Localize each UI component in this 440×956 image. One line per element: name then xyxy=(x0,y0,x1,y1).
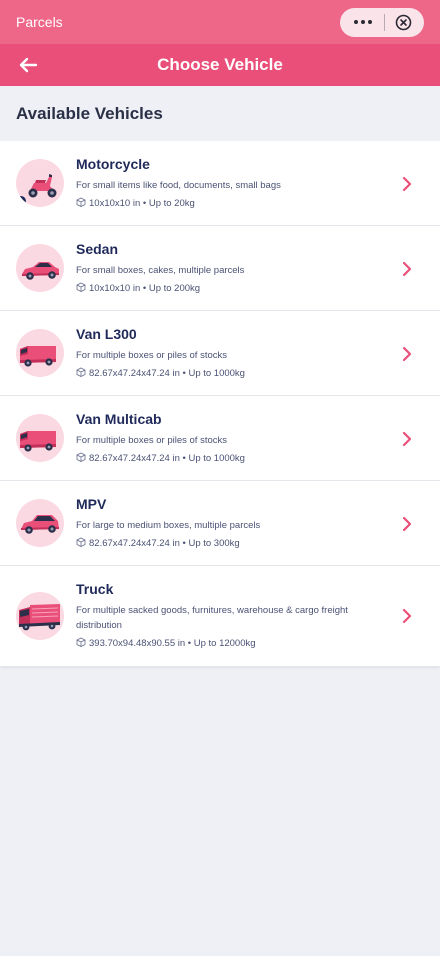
vehicle-list: Motorcycle For small items like food, do… xyxy=(0,141,440,666)
box-icon xyxy=(76,197,86,207)
vehicle-specs: 10x10x10 in • Up to 200kg xyxy=(76,282,200,294)
vehicle-specs-text: 82.67x47.24x47.24 in • Up to 1000kg xyxy=(89,368,245,379)
vehicle-row-mpv[interactable]: MPV For large to medium boxes, multiple … xyxy=(0,481,440,566)
vehicle-specs-text: 82.67x47.24x47.24 in • Up to 1000kg xyxy=(89,453,245,464)
box-icon xyxy=(76,367,86,377)
truck-icon xyxy=(16,592,64,640)
chevron-right-icon[interactable] xyxy=(400,176,414,192)
vehicle-specs: 82.67x47.24x47.24 in • Up to 300kg xyxy=(76,537,240,549)
box-icon xyxy=(76,637,86,647)
vehicle-specs: 393.70x94.48x90.55 in • Up to 12000kg xyxy=(76,637,256,649)
vehicle-description: For multiple boxes or piles of stocks xyxy=(76,350,228,361)
vehicle-row-van-multicab[interactable]: Van Multicab For multiple boxes or piles… xyxy=(0,396,440,481)
mini-program-capsule xyxy=(340,8,424,37)
vehicle-specs: 82.67x47.24x47.24 in • Up to 1000kg xyxy=(76,367,245,379)
vehicle-row-truck[interactable]: Truck For multiple sacked goods, furnitu… xyxy=(0,566,440,666)
vehicle-name: Motorcycle xyxy=(76,156,150,172)
vehicle-specs-text: 393.70x94.48x90.55 in • Up to 12000kg xyxy=(89,638,256,649)
vehicle-row-motorcycle[interactable]: Motorcycle For small items like food, do… xyxy=(0,141,440,226)
motorcycle-icon xyxy=(16,159,64,207)
status-bar: Parcels xyxy=(0,0,440,44)
chevron-right-icon[interactable] xyxy=(400,608,414,624)
vehicle-name: Van Multicab xyxy=(76,411,162,427)
vehicle-name: Truck xyxy=(76,581,114,597)
vehicle-description: For small boxes, cakes, multiple parcels xyxy=(76,265,245,276)
vehicle-row-van-l300[interactable]: Van L300 For multiple boxes or piles of … xyxy=(0,311,440,396)
vehicle-description: For small items like food, documents, sm… xyxy=(76,180,281,191)
box-icon xyxy=(76,452,86,462)
mpv-icon xyxy=(16,499,64,547)
box-icon xyxy=(76,537,86,547)
chevron-right-icon[interactable] xyxy=(400,346,414,362)
header-bar: Choose Vehicle xyxy=(0,44,440,86)
vehicle-name: Sedan xyxy=(76,241,119,257)
box-icon xyxy=(76,282,86,292)
vehicle-description: For multiple sacked goods, furnitures, w… xyxy=(76,605,348,631)
vehicle-name: Van L300 xyxy=(76,326,137,342)
section-title: Available Vehicles xyxy=(16,104,163,123)
vehicle-specs-text: 10x10x10 in • Up to 200kg xyxy=(89,283,201,294)
vehicle-description: For large to medium boxes, multiple parc… xyxy=(76,520,261,531)
capsule-divider xyxy=(384,14,385,31)
van-icon xyxy=(16,414,64,462)
more-dots-icon[interactable] xyxy=(354,17,374,27)
chevron-right-icon[interactable] xyxy=(400,261,414,277)
close-circle-icon[interactable] xyxy=(395,14,412,31)
vehicle-row-sedan[interactable]: Sedan For small boxes, cakes, multiple p… xyxy=(0,226,440,311)
sedan-icon xyxy=(16,244,64,292)
vehicle-specs: 10x10x10 in • Up to 20kg xyxy=(76,197,195,209)
vehicle-description: For multiple boxes or piles of stocks xyxy=(76,435,228,446)
chevron-right-icon[interactable] xyxy=(400,431,414,447)
vehicle-specs: 82.67x47.24x47.24 in • Up to 1000kg xyxy=(76,452,245,464)
vehicle-specs-text: 10x10x10 in • Up to 20kg xyxy=(89,198,195,209)
vehicle-specs-text: 82.67x47.24x47.24 in • Up to 300kg xyxy=(89,538,240,549)
page-title: Choose Vehicle xyxy=(157,55,283,74)
app-title: Parcels xyxy=(16,14,63,30)
van-icon xyxy=(16,329,64,377)
vehicle-name: MPV xyxy=(76,496,107,512)
chevron-right-icon[interactable] xyxy=(400,516,414,532)
